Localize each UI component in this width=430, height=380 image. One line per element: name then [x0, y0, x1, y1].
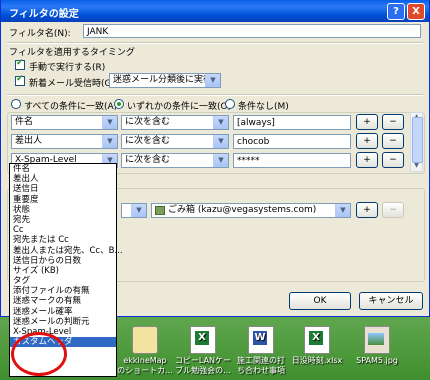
condition-value-input[interactable]: ***** [233, 153, 351, 168]
word-file-icon [248, 326, 274, 354]
field-option[interactable]: 送信日 [10, 184, 116, 194]
field-option[interactable]: 差出人または宛先、Cc、B... [10, 246, 123, 256]
manual-run-label: 手動で実行する(R) [29, 63, 106, 73]
field-option[interactable]: 添付ファイルの有無 [10, 286, 116, 296]
field-option[interactable]: 差出人 [10, 174, 116, 184]
desktop-icon-label: ekkineMap のショートカ... [117, 356, 173, 375]
add-condition-button[interactable]: + [356, 114, 378, 130]
match-all-radio[interactable] [11, 99, 21, 109]
condition-field-select[interactable]: 件名 ▼ [11, 115, 118, 130]
timing-label: フィルタを適用するタイミング [9, 48, 135, 58]
match-any-radio[interactable] [114, 99, 124, 109]
condition-operator-value: に次を含む [125, 117, 171, 127]
newmail-label: 新着メール受信時(G): [29, 79, 119, 89]
chevron-down-icon: ▼ [213, 116, 228, 129]
match-any-label: いずれかの条件に一致(O) [127, 102, 232, 112]
red-highlight-circle [11, 332, 67, 376]
newmail-timing-select[interactable]: 迷惑メール分類後に実行 ▼ [109, 73, 221, 88]
cancel-button[interactable]: キャンセル [359, 292, 423, 310]
field-option[interactable]: Cc [10, 225, 116, 235]
chevron-down-icon: ▼ [335, 204, 350, 217]
match-none-label: 条件なし(M) [238, 102, 289, 112]
field-option[interactable]: サイズ (KB) [10, 266, 116, 276]
help-button[interactable]: ? [387, 3, 405, 20]
desktop-icon-label: SPAM5.jpg [356, 356, 398, 365]
action-type-select[interactable]: ▼ [121, 203, 147, 218]
action-target-select[interactable]: ごみ箱 (kazu@vegasystems.com) ▼ [151, 203, 351, 218]
excel-file-icon [190, 326, 216, 354]
chevron-down-icon: ▼ [102, 135, 117, 148]
field-option[interactable]: 送信日からの日数 [10, 256, 116, 266]
title-bar: フィルタの設定 ? X [1, 0, 429, 22]
filter-name-label: フィルタ名(N): [9, 29, 71, 39]
remove-action-button: − [382, 202, 404, 218]
trash-icon [155, 206, 165, 215]
remove-condition-button[interactable]: − [382, 133, 404, 149]
chevron-down-icon: ▼ [102, 116, 117, 129]
desktop-icon-label: コピーLANケー ブル勉強会の... [174, 356, 232, 375]
chevron-down-icon: ▼ [213, 154, 228, 167]
chevron-down-icon: ▼ [131, 204, 146, 217]
add-action-button[interactable]: + [356, 202, 378, 218]
field-option[interactable]: 状態 [10, 205, 116, 215]
filter-name-input[interactable]: JANK [83, 24, 421, 38]
desktop-icon-label: 施工関連の打 ち合わせ事項 [237, 356, 285, 375]
condition-operator-value: に次を含む [125, 155, 171, 165]
desktop-icon-spam5[interactable]: SPAM5.jpg [342, 326, 412, 366]
remove-condition-button[interactable]: − [382, 152, 404, 168]
chevron-down-icon: ▼ [213, 135, 228, 148]
condition-field-value: 件名 [15, 117, 34, 127]
field-option[interactable]: 迷惑メール確率 [10, 307, 116, 317]
field-option[interactable]: タグ [10, 276, 116, 286]
field-option[interactable]: 重要度 [10, 195, 116, 205]
field-option[interactable]: 宛先 [10, 215, 116, 225]
add-condition-button[interactable]: + [356, 152, 378, 168]
manual-run-checkbox[interactable] [15, 58, 25, 70]
shortcut-icon [132, 326, 158, 354]
condition-operator-select[interactable]: に次を含む ▼ [121, 115, 229, 130]
action-target-value: ごみ箱 (kazu@vegasystems.com) [168, 205, 317, 215]
match-none-radio[interactable] [225, 99, 235, 109]
condition-field-value: 差出人 [15, 136, 43, 146]
newmail-checkbox[interactable] [15, 74, 25, 86]
image-file-icon [364, 326, 390, 354]
excel-file-icon [304, 326, 330, 354]
scroll-thumb[interactable] [412, 117, 423, 163]
condition-field-select[interactable]: 差出人 ▼ [11, 134, 118, 149]
field-option[interactable]: 宛先または Cc [10, 235, 116, 245]
conditions-scrollbar[interactable]: ▲ ▼ [410, 112, 423, 172]
field-option[interactable]: 迷惑マークの有無 [10, 296, 116, 306]
field-option[interactable]: 迷惑メールの判断元 [10, 317, 116, 327]
condition-value-input[interactable]: chocob [233, 134, 351, 149]
condition-value-input[interactable]: [always] [233, 115, 351, 130]
close-button[interactable]: X [407, 3, 425, 20]
desktop-icon-label: 日没時刻.xlsx [291, 356, 343, 365]
match-all-label: すべての条件に一致(A) [24, 102, 118, 112]
divider [7, 42, 423, 44]
newmail-timing-value: 迷惑メール分類後に実行 [113, 75, 213, 85]
ok-button[interactable]: OK [289, 292, 351, 310]
remove-condition-button[interactable]: − [382, 114, 404, 130]
window-title: フィルタの設定 [9, 9, 79, 20]
condition-operator-select[interactable]: に次を含む ▼ [121, 153, 229, 168]
divider [7, 94, 423, 96]
field-option[interactable]: 件名 [10, 164, 116, 174]
scroll-down-icon[interactable]: ▼ [412, 162, 421, 171]
add-condition-button[interactable]: + [356, 133, 378, 149]
condition-operator-select[interactable]: に次を含む ▼ [121, 134, 229, 149]
chevron-down-icon: ▼ [205, 74, 220, 87]
condition-operator-value: に次を含む [125, 136, 171, 146]
